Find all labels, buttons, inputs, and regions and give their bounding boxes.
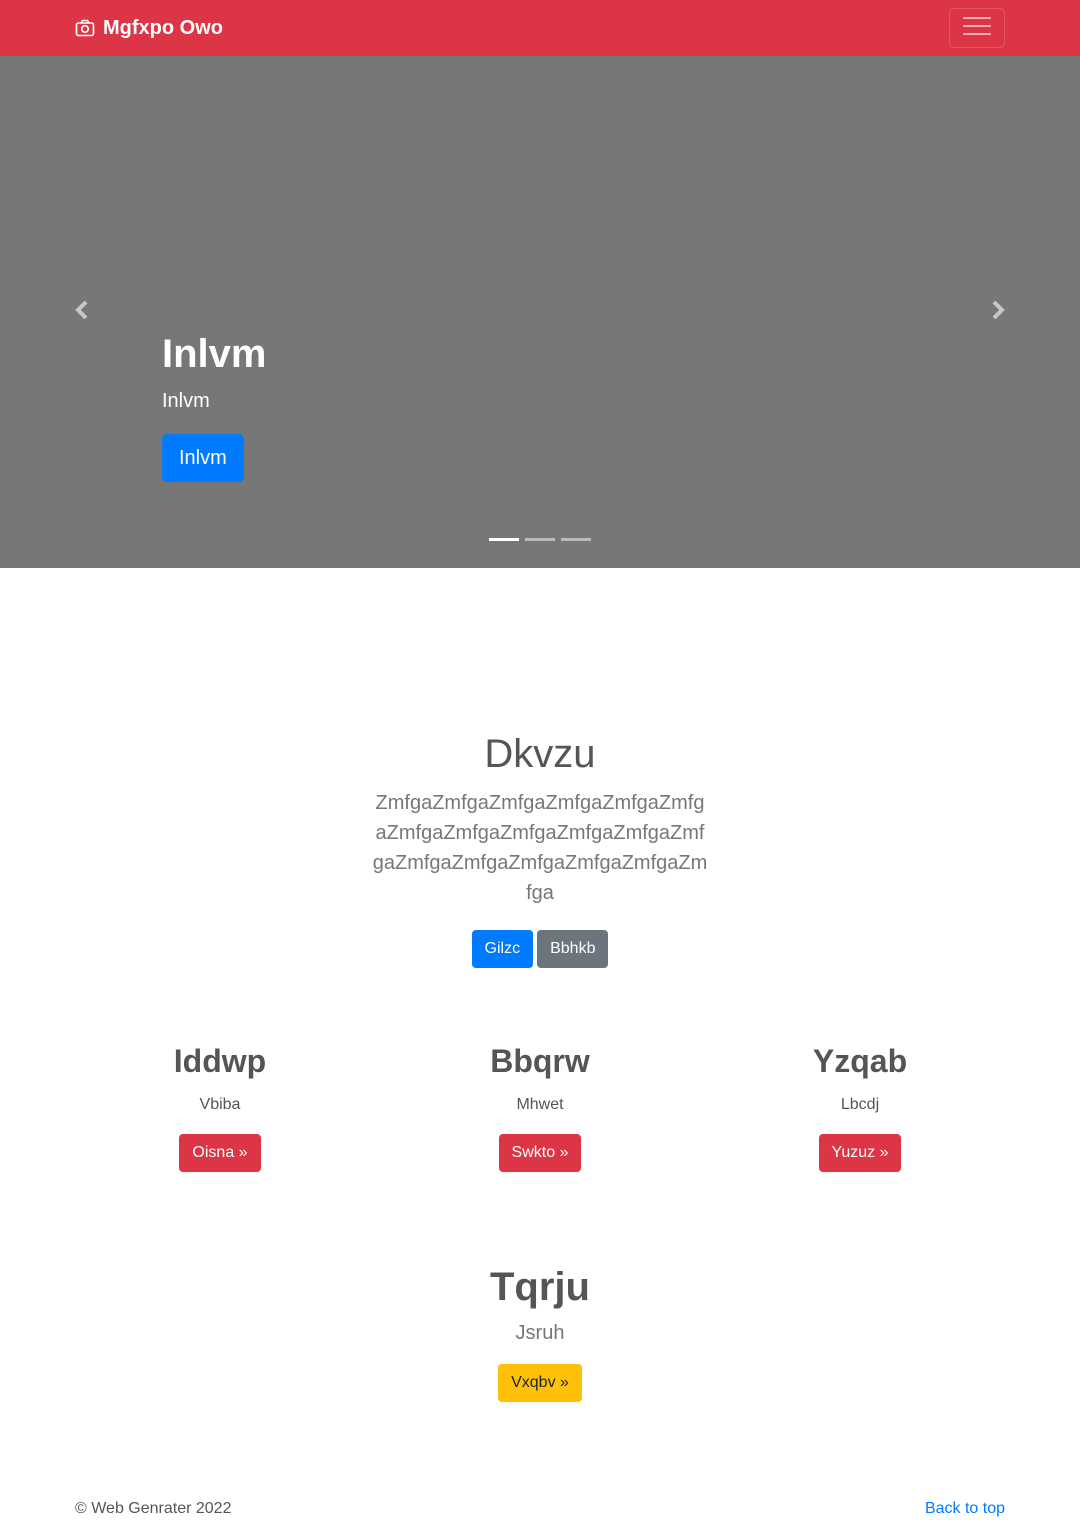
intro-lead: ZmfgaZmfgaZmfgaZmfgaZmfgaZmfgaZmfgaZmfga…	[372, 792, 708, 904]
column-heading: Iddwp	[173, 1043, 267, 1079]
column-text: Vbiba	[199, 1096, 241, 1113]
carousel-title: Inlvm	[162, 332, 267, 376]
featured-heading: Tqrju	[490, 1265, 590, 1309]
column-text: Mhwet	[516, 1096, 564, 1113]
chevron-right-icon	[990, 300, 1006, 325]
carousel-indicator-3[interactable]	[561, 538, 591, 541]
brand-name: Mgfxpo Owo	[103, 17, 223, 39]
carousel-indicator-2[interactable]	[525, 538, 555, 541]
camera-icon	[75, 19, 95, 37]
navbar: Mgfxpo Owo	[0, 0, 1080, 56]
featured-button[interactable]: Vxqbv »	[498, 1364, 582, 1402]
carousel-cta-button[interactable]: Inlvm	[162, 434, 244, 482]
footer-copyright: © Web Genrater 2022	[75, 1500, 232, 1517]
brand-link[interactable]: Mgfxpo Owo	[75, 15, 223, 41]
intro-secondary-button[interactable]: Bbhkb	[537, 930, 609, 968]
column-1: Iddwp Vbiba Oisna »	[70, 1040, 370, 1172]
column-button[interactable]: Swkto »	[498, 1134, 582, 1172]
carousel-indicators	[489, 538, 591, 541]
column-button[interactable]: Yuzuz »	[818, 1134, 902, 1172]
intro-buttons: Gilzc Bbhkb	[0, 930, 1080, 968]
intro-primary-button[interactable]: Gilzc	[471, 930, 534, 968]
hero-carousel: Inlvm Inlvm Inlvm	[0, 56, 1080, 568]
intro-heading: Dkvzu	[484, 732, 596, 776]
carousel-indicator-1[interactable]	[489, 538, 519, 541]
column-heading: Bbqrw	[490, 1043, 590, 1079]
chevron-left-icon	[74, 300, 90, 325]
intro-section: Dkvzu ZmfgaZmfgaZmfgaZmfgaZmfgaZmfgaZmfg…	[0, 730, 1080, 968]
carousel-prev-button[interactable]	[72, 300, 92, 324]
featured-section: Tqrju Jsruh Vxqbv »	[0, 1262, 1080, 1402]
navbar-toggle-button[interactable]	[949, 8, 1005, 48]
column-text: Lbcdj	[840, 1096, 880, 1113]
carousel-caption: Inlvm Inlvm Inlvm	[162, 330, 266, 482]
column-3: Yzqab Lbcdj Yuzuz »	[710, 1040, 1010, 1172]
back-to-top-link[interactable]: Back to top	[925, 1498, 1005, 1520]
carousel-text: Inlvm	[162, 390, 210, 412]
featured-text: Jsruh	[515, 1322, 565, 1344]
column-button[interactable]: Oisna »	[179, 1134, 261, 1172]
column-2: Bbqrw Mhwet Swkto »	[390, 1040, 690, 1172]
carousel-next-button[interactable]	[988, 300, 1008, 324]
hamburger-menu-icon	[962, 14, 992, 43]
column-heading: Yzqab	[812, 1043, 908, 1079]
